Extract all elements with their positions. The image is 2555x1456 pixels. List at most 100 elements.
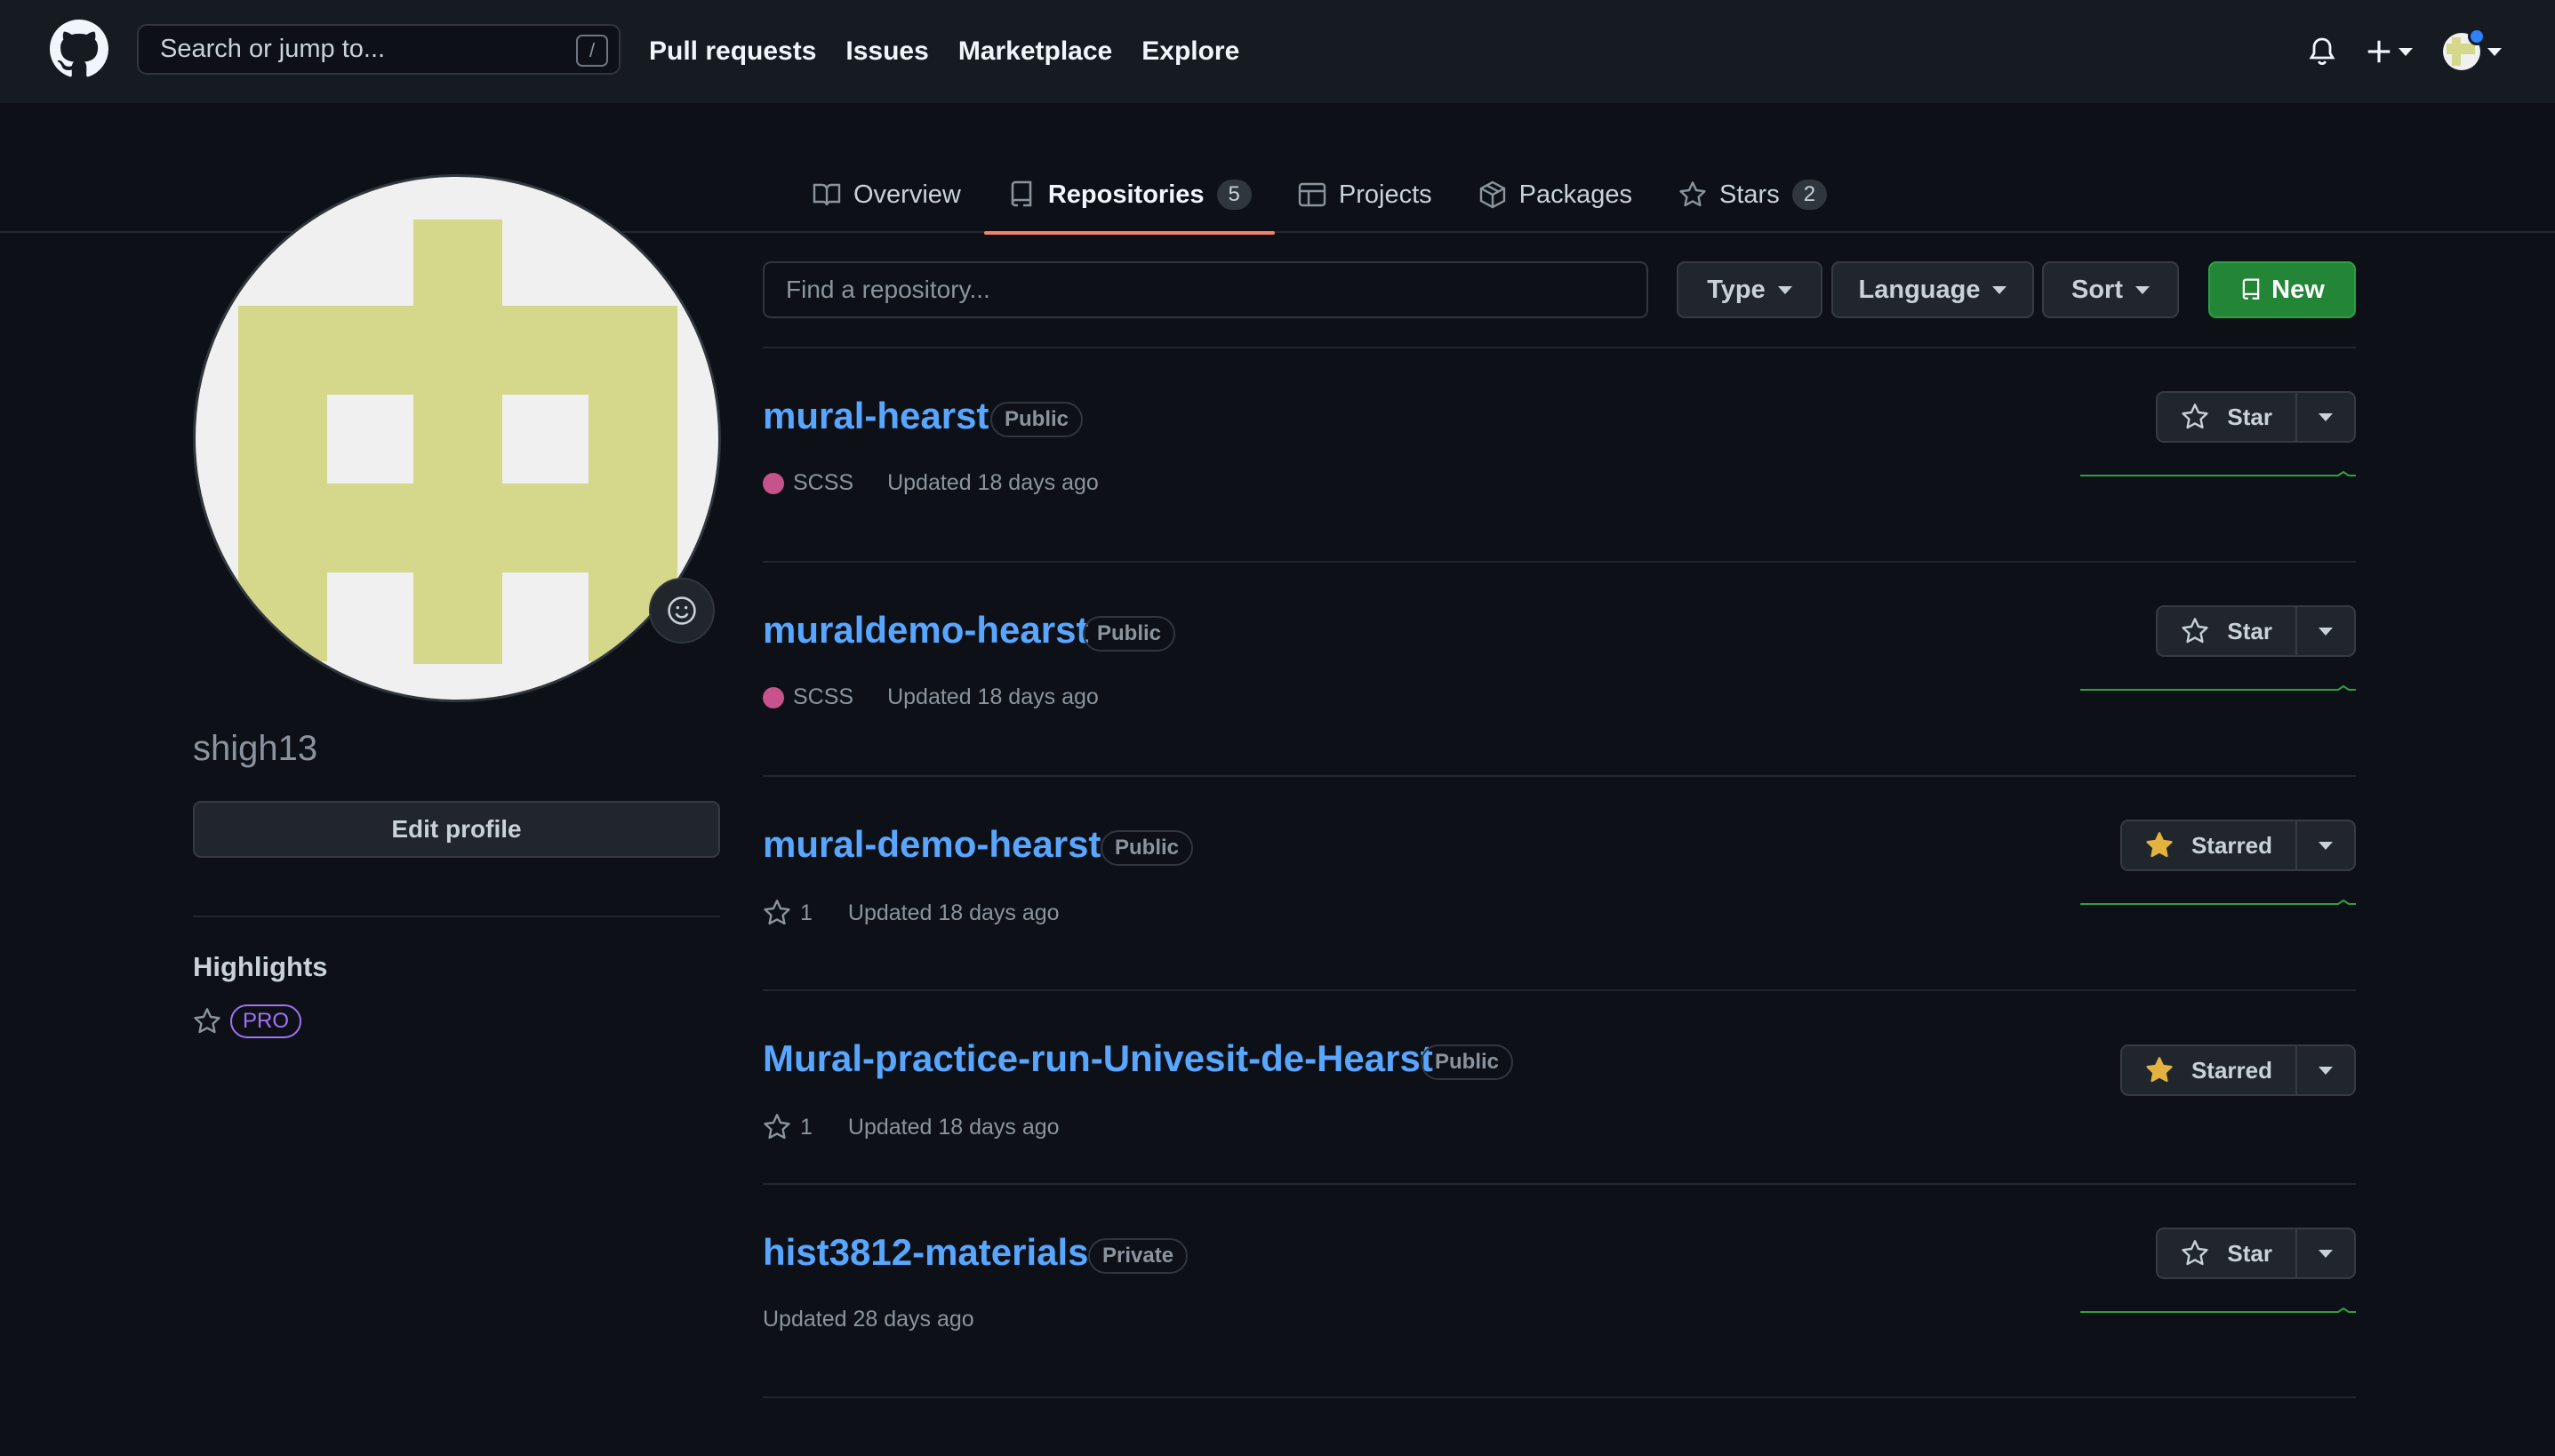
star-list-dropdown[interactable] (2297, 607, 2354, 655)
language-filter-button[interactable]: Language (1831, 261, 2034, 318)
repo-language: SCSS (793, 470, 854, 495)
star-button-label: Starred (2191, 1056, 2272, 1084)
repo-language: SCSS (793, 684, 854, 709)
chevron-down-icon (2319, 412, 2333, 421)
nav-pull-requests[interactable]: Pull requests (649, 36, 816, 67)
tab-projects[interactable]: Projects (1275, 156, 1455, 233)
list-item: hist3812-materials Private Updated 28 da… (763, 1183, 2356, 1398)
repo-stargazers[interactable]: 1 (763, 899, 813, 927)
profile-tabs: Overview Repositories 5 Projects Package… (789, 156, 1850, 235)
create-new-menu[interactable] (2367, 39, 2413, 64)
list-item: mural-hearst Public SCSS Updated 18 days… (763, 347, 2356, 561)
search-shortcut-key: / (576, 35, 608, 67)
activity-sparkline (2080, 684, 2356, 691)
sidebar-divider (193, 916, 720, 917)
star-button[interactable]: Star (2158, 607, 2297, 655)
chevron-down-icon (1992, 285, 2007, 294)
new-repository-button[interactable]: New (2208, 261, 2356, 318)
star-button-label: Star (2227, 403, 2272, 430)
star-button[interactable]: Star (2158, 1229, 2297, 1277)
activity-sparkline (2080, 470, 2356, 476)
star-list-dropdown[interactable] (2297, 821, 2354, 869)
nav-explore[interactable]: Explore (1141, 36, 1239, 67)
chevron-down-icon (2319, 1066, 2333, 1075)
tab-label: Overview (853, 180, 961, 209)
starred-button[interactable]: Starred (2122, 821, 2297, 869)
type-filter-button[interactable]: Type (1677, 261, 1822, 318)
global-search-input[interactable] (160, 35, 551, 64)
repo-updated: Updated 18 days ago (847, 900, 1060, 925)
chevron-down-icon (2487, 47, 2502, 56)
sort-filter-label: Sort (2071, 275, 2123, 304)
pro-badge[interactable]: PRO (230, 1004, 302, 1038)
tab-label: Projects (1338, 180, 1432, 209)
nav-marketplace[interactable]: Marketplace (958, 36, 1112, 67)
profile-username: shigh13 (193, 729, 318, 768)
tab-label: Packages (1518, 180, 1633, 209)
profile-avatar[interactable] (193, 174, 721, 702)
set-status-button[interactable] (649, 578, 715, 644)
repository-list: mural-hearst Public SCSS Updated 18 days… (763, 347, 2356, 1398)
highlights-pro: PRO (193, 1004, 302, 1038)
star-button-group: Starred (2119, 1044, 2356, 1096)
repo-name-link[interactable]: hist3812-materials (763, 1231, 1089, 1274)
chevron-down-icon (2319, 627, 2333, 636)
star-filled-icon (2146, 832, 2173, 858)
table-icon (1298, 182, 1326, 207)
notification-dot (2468, 28, 2486, 45)
star-list-dropdown[interactable] (2297, 1046, 2354, 1094)
star-icon (764, 900, 790, 925)
repo-updated: Updated 18 days ago (847, 1114, 1060, 1140)
chevron-down-icon (2135, 285, 2150, 294)
user-menu[interactable] (2443, 28, 2502, 70)
smiley-icon (668, 596, 696, 625)
starred-button[interactable]: Starred (2122, 1046, 2297, 1094)
activity-sparkline (2080, 899, 2356, 905)
find-repository-input[interactable] (763, 261, 1648, 318)
repo-meta: Updated 28 days ago (763, 1307, 974, 1332)
list-item: Mural-practice-run-Univesit-de-Hearst Pu… (763, 989, 2356, 1183)
star-list-dropdown[interactable] (2297, 1229, 2354, 1277)
plus-icon (2367, 40, 2391, 63)
highlights-heading: Highlights (193, 951, 328, 982)
stars-count-badge: 2 (1791, 180, 1828, 210)
package-icon (1479, 180, 1505, 209)
tab-label: Stars (1719, 180, 1780, 209)
repo-name-link[interactable]: muraldemo-hearst (763, 609, 1088, 652)
repo-updated: Updated 18 days ago (887, 470, 1099, 495)
tab-packages[interactable]: Packages (1455, 156, 1655, 233)
activity-sparkline (2080, 1307, 2356, 1313)
star-button-group: Star (2156, 391, 2356, 443)
star-icon (1679, 181, 1706, 207)
star-list-dropdown[interactable] (2297, 393, 2354, 441)
tab-repositories[interactable]: Repositories 5 (983, 156, 1275, 235)
repo-name-link[interactable]: mural-hearst (763, 395, 989, 437)
list-item: mural-demo-hearst Public 1 Updated 18 da… (763, 775, 2356, 989)
star-button-label: Star (2227, 617, 2272, 644)
repo-updated: Updated 28 days ago (763, 1307, 974, 1332)
star-button[interactable]: Star (2158, 393, 2297, 441)
repo-icon (2242, 278, 2260, 300)
tab-overview[interactable]: Overview (789, 156, 984, 233)
repo-stargazers[interactable]: 1 (763, 1113, 813, 1141)
github-logo-icon[interactable] (50, 20, 108, 78)
repositories-count-badge: 5 (1216, 180, 1252, 210)
repo-name-link[interactable]: Mural-practice-run-Univesit-de-Hearst (763, 1037, 1433, 1080)
header-actions (2308, 0, 2502, 103)
repo-name-link[interactable]: mural-demo-hearst (763, 823, 1101, 866)
star-icon (194, 1008, 220, 1034)
chevron-down-icon (1777, 285, 1792, 294)
notifications-bell-icon[interactable] (2308, 36, 2336, 67)
sort-filter-button[interactable]: Sort (2042, 261, 2179, 318)
global-search[interactable]: / (137, 24, 621, 75)
star-count: 1 (800, 1114, 813, 1140)
star-button-group: Star (2156, 1228, 2356, 1279)
edit-profile-button[interactable]: Edit profile (193, 801, 720, 858)
language-filter-label: Language (1858, 275, 1981, 304)
top-header: / Pull requests Issues Marketplace Explo… (0, 0, 2555, 103)
visibility-badge: Public (990, 402, 1084, 437)
star-icon (2182, 404, 2209, 429)
nav-issues[interactable]: Issues (845, 36, 928, 67)
tab-stars[interactable]: Stars 2 (1655, 156, 1850, 233)
star-count: 1 (800, 900, 813, 925)
